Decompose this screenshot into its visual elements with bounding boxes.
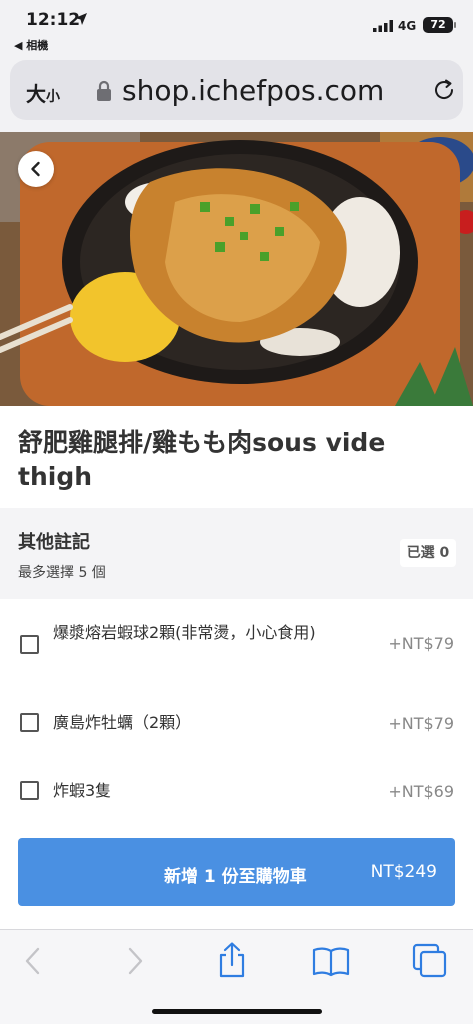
status-time: 12:12 — [26, 10, 81, 30]
option-price: +NT$79 — [388, 634, 454, 653]
option-item[interactable]: 廣島炸牡蠣（2顆） +NT$79 — [0, 703, 473, 743]
network-type: 4G — [398, 19, 417, 33]
selected-count-badge: 已選 0 — [400, 539, 456, 567]
product-title: 舒肥雞腿排/雞もも肉sous vide thigh — [18, 428, 386, 491]
text-size-button[interactable]: 大小 — [26, 78, 60, 107]
product-image — [0, 132, 473, 406]
reload-icon[interactable] — [431, 77, 457, 103]
battery-indicator: 72 — [423, 17, 453, 33]
add-to-cart-label: 新增 1 份至購物車 — [164, 867, 307, 887]
back-button[interactable] — [18, 151, 54, 187]
back-icon — [31, 161, 40, 177]
location-arrow-icon — [75, 13, 87, 25]
options-section-subtitle: 最多選擇 5 個 — [18, 565, 106, 581]
option-price: +NT$79 — [388, 714, 454, 733]
option-label: 爆漿熔岩蝦球2顆(非常燙，小心食用) — [53, 623, 316, 642]
text-size-small-label: 小 — [46, 89, 60, 105]
option-item[interactable]: 炸蝦3隻 +NT$69 — [0, 771, 473, 811]
status-bar: 12:12 ◀ 相機 4G 72 — [0, 0, 473, 56]
lock-icon — [97, 80, 111, 101]
signal-icon — [373, 20, 393, 32]
url-text[interactable]: shop.ichefpos.com — [122, 74, 384, 107]
home-indicator — [152, 1009, 322, 1014]
option-label: 廣島炸牡蠣（2顆） — [53, 713, 192, 732]
share-icon[interactable] — [212, 941, 252, 981]
option-checkbox[interactable] — [20, 635, 39, 654]
nav-forward-icon[interactable] — [114, 941, 154, 981]
option-checkbox[interactable] — [20, 713, 39, 732]
tabs-icon[interactable] — [410, 941, 450, 981]
back-to-app-link[interactable]: ◀ 相機 — [14, 37, 48, 53]
option-label: 炸蝦3隻 — [53, 781, 112, 800]
options-section-title: 其他註記 — [18, 532, 90, 553]
option-checkbox[interactable] — [20, 781, 39, 800]
address-bar[interactable]: 大小 shop.ichefpos.com — [10, 60, 463, 120]
option-price: +NT$69 — [388, 782, 454, 801]
option-item[interactable]: 爆漿熔岩蝦球2顆(非常燙，小心食用) +NT$79 — [0, 617, 473, 677]
nav-back-icon[interactable] — [14, 941, 54, 981]
add-to-cart-button[interactable]: 新增 1 份至購物車 NT$249 — [18, 838, 455, 906]
add-to-cart-price: NT$249 — [370, 862, 437, 882]
bookmarks-icon[interactable] — [311, 941, 351, 981]
text-size-large-label: 大 — [26, 82, 46, 106]
product-title-section: 舒肥雞腿排/雞もも肉sous vide thigh — [0, 406, 473, 508]
battery-tip — [454, 22, 456, 28]
